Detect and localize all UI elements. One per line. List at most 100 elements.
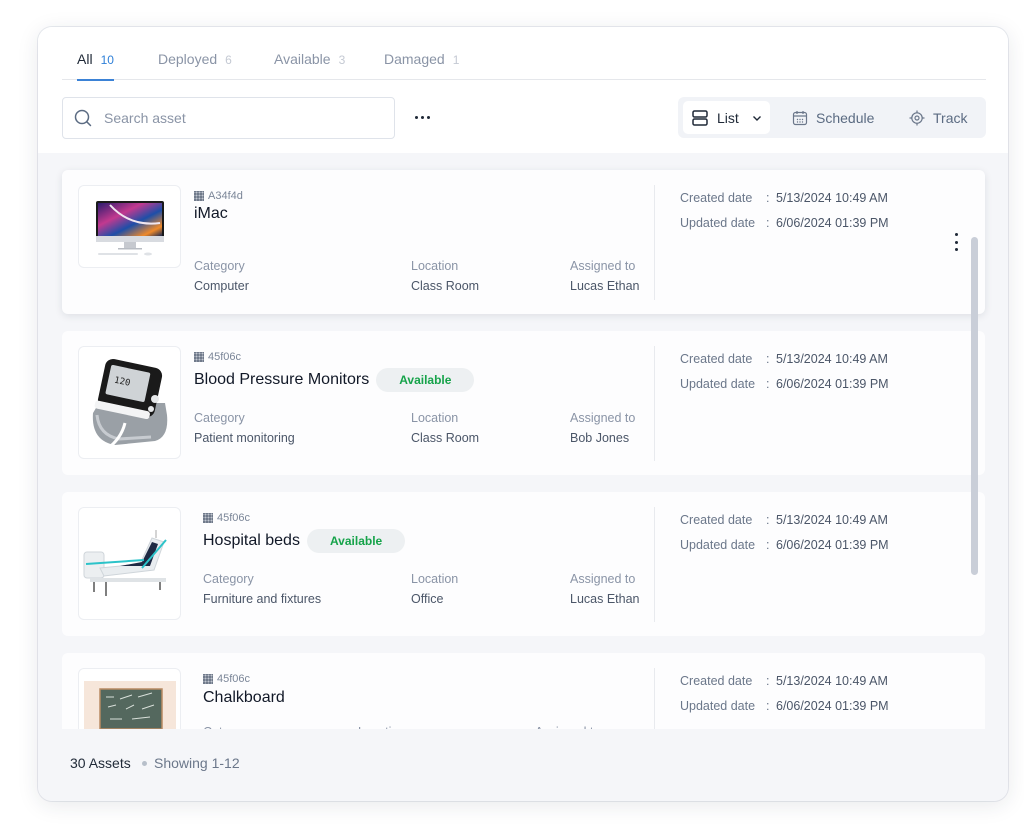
asset-code: 45f06c [203, 512, 250, 524]
asset-name: Hospital beds Available [203, 529, 406, 553]
updated-label: Updated date [680, 699, 756, 713]
search-icon [74, 109, 92, 127]
divider [654, 346, 655, 461]
updated-label: Updated date [680, 377, 756, 391]
created-value: 5/13/2024 10:49 AM [776, 191, 888, 205]
updated-value: 6/06/2024 01:39 PM [776, 538, 889, 552]
dot [414, 115, 418, 119]
status-badge: Available [306, 529, 406, 553]
created-value: 5/13/2024 10:49 AM [776, 513, 888, 527]
hospital-bed-image [78, 507, 181, 620]
updated-date: Updated date:6/06/2024 01:39 PM [680, 538, 889, 552]
tab-all[interactable]: All 10 [77, 51, 114, 81]
kebab-menu-icon[interactable] [952, 233, 960, 251]
asset-name-text: Blood Pressure Monitors [194, 371, 370, 388]
asset-list-window: All 10 Deployed 6 Available 3 Damaged 1 [38, 27, 1008, 801]
location-value: Class Room [411, 279, 480, 293]
status-tabs: All 10 Deployed 6 Available 3 Damaged 1 [62, 27, 986, 81]
created-date: Created date:5/13/2024 10:49 AM [680, 674, 888, 688]
updated-date: Updated date:6/06/2024 01:39 PM [680, 377, 889, 391]
view-switcher: List Schedule Track [678, 97, 986, 138]
created-value: 5/13/2024 10:49 AM [776, 352, 888, 366]
assigned-value: Lucas Ethan [570, 279, 640, 293]
updated-value: 6/06/2024 01:39 PM [776, 377, 889, 391]
location-label: Location [411, 572, 459, 586]
tab-count: 10 [100, 53, 114, 67]
tab-count: 3 [338, 53, 346, 67]
tab-label: Available [274, 51, 331, 67]
asset-name-text: Hospital beds [203, 532, 300, 549]
created-date: Created date:5/13/2024 10:49 AM [680, 352, 888, 366]
separator-dot [142, 761, 147, 766]
chevron-down-icon [752, 115, 761, 121]
separator: : [766, 216, 770, 230]
scrollbar-thumb[interactable] [971, 237, 978, 575]
separator: : [766, 377, 770, 391]
asset-card[interactable]: A34f4d iMac Category Computer Location C… [62, 170, 985, 314]
created-label: Created date [680, 191, 753, 205]
location-label: Location [411, 259, 459, 273]
calendar-icon [792, 110, 808, 125]
blood-pressure-illustration: 120 [92, 358, 167, 450]
dot [420, 115, 424, 119]
header-panel: All 10 Deployed 6 Available 3 Damaged 1 [38, 27, 1008, 153]
asset-card[interactable]: 120 45f06c Blood Pressure Monitors Availa… [62, 331, 985, 475]
tab-count: 6 [225, 53, 232, 67]
asset-card[interactable]: 45f06c Hospital beds Available Category F… [62, 492, 985, 636]
category-label: Category [203, 572, 254, 586]
category-label: Category [194, 411, 245, 425]
updated-value: 6/06/2024 01:39 PM [776, 216, 889, 230]
qr-code-icon [194, 191, 204, 201]
asset-code: A34f4d [194, 190, 243, 202]
divider [654, 185, 655, 300]
target-icon [909, 110, 925, 125]
category-value: Patient monitoring [194, 431, 295, 445]
blood-pressure-monitor-image: 120 [78, 346, 181, 459]
category-value: Furniture and fixtures [203, 592, 322, 606]
asset-name: iMac [194, 205, 228, 223]
updated-value: 6/06/2024 01:39 PM [776, 699, 889, 713]
asset-name: Blood Pressure Monitors Available [194, 368, 475, 392]
dot [426, 115, 430, 119]
track-button[interactable]: Track [909, 101, 967, 134]
asset-code-text: 45f06c [217, 512, 251, 524]
qr-code-icon [194, 352, 204, 362]
dot [954, 248, 958, 251]
category-label: Category [194, 259, 245, 273]
qr-code-icon [203, 674, 213, 684]
assigned-label: Assigned to [570, 259, 636, 273]
divider [654, 668, 655, 729]
view-label: List [717, 109, 739, 126]
tab-available[interactable]: Available 3 [274, 51, 345, 80]
view-list-dropdown[interactable]: List [683, 101, 770, 134]
tab-deployed[interactable]: Deployed 6 [158, 51, 232, 80]
list-footer: 30 Assets Showing 1-12 [38, 729, 1008, 801]
asset-code-text: 45f06c [208, 351, 242, 363]
created-value: 5/13/2024 10:49 AM [776, 674, 888, 688]
created-label: Created date [680, 352, 753, 366]
separator: : [766, 674, 770, 688]
updated-date: Updated date:6/06/2024 01:39 PM [680, 699, 889, 713]
assigned-value: Bob Jones [570, 431, 630, 445]
updated-label: Updated date [680, 216, 756, 230]
chalkboard-illustration [83, 680, 176, 729]
separator: : [766, 191, 770, 205]
separator: : [766, 513, 770, 527]
showing-range: Showing 1-12 [154, 755, 240, 771]
asset-total: 30 Assets [70, 755, 131, 771]
created-date: Created date:5/13/2024 10:49 AM [680, 191, 888, 205]
search-input[interactable] [104, 110, 364, 126]
asset-card[interactable]: 45f06c Chalkboard Category Location Assi… [62, 653, 985, 729]
search-box[interactable] [62, 97, 395, 139]
updated-date: Updated date:6/06/2024 01:39 PM [680, 216, 889, 230]
asset-name-text: Chalkboard [203, 689, 285, 706]
tab-damaged[interactable]: Damaged 1 [384, 51, 459, 80]
more-options-button[interactable] [410, 107, 434, 127]
assigned-label: Assigned to [570, 572, 636, 586]
assigned-value: Lucas Ethan [570, 592, 640, 606]
dot [954, 233, 958, 236]
schedule-button[interactable]: Schedule [792, 101, 874, 134]
created-date: Created date:5/13/2024 10:49 AM [680, 513, 888, 527]
tab-count: 1 [452, 53, 460, 67]
created-label: Created date [680, 513, 753, 527]
